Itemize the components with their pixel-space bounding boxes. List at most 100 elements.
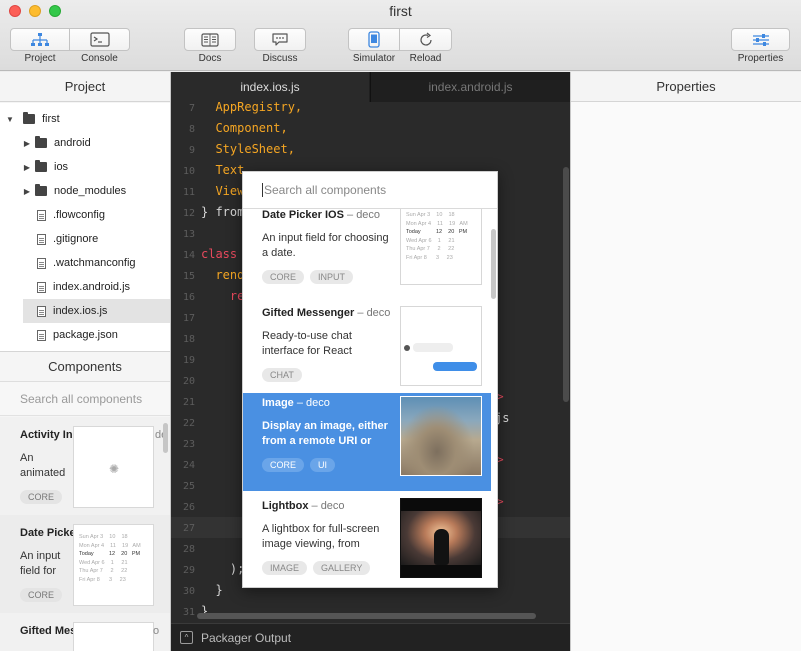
file-icon	[37, 209, 46, 221]
popover-card-title-row: Image – deco	[262, 397, 330, 409]
tag-ui[interactable]: UI	[310, 458, 336, 472]
disclosure-closed-icon[interactable]: ▶	[22, 139, 32, 148]
component-card-gifted-messenger[interactable]: Gifted Mes o	[0, 613, 170, 651]
popover-card-desc: Display an image, either from a remote U…	[262, 420, 388, 447]
component-thumbnail	[73, 622, 154, 651]
tree-item-label: ios	[54, 161, 69, 173]
docs-label: Docs	[198, 53, 222, 64]
tree-item-label: android	[54, 137, 91, 149]
date-picker-preview: Sun Apr 3 10 18 Mon Apr 4 11 19 AM Today…	[406, 212, 468, 261]
disclosure-closed-icon[interactable]: ▶	[22, 187, 32, 196]
code-text: }	[201, 583, 223, 597]
components-pane-title: Components	[0, 352, 170, 382]
tag-gallery[interactable]: GALLERY	[313, 561, 371, 575]
tree-item-index-android[interactable]: index.android.js	[0, 275, 170, 299]
code-line[interactable]: 8 Component,	[171, 118, 570, 139]
popover-card-image[interactable]: Image – deco Display an image, either fr…	[243, 393, 491, 491]
line-number: 11	[182, 187, 195, 198]
console-toggle-button[interactable]	[69, 28, 130, 51]
popover-card-desc: Ready-to-use chat interface for React	[262, 330, 352, 357]
popover-card-author: deco	[306, 397, 330, 409]
sliders-icon	[752, 33, 769, 46]
code-text: Text	[201, 163, 245, 177]
line-number: 24	[182, 460, 195, 471]
editor-vertical-scrollbar[interactable]	[563, 167, 569, 402]
tree-item-index-ios[interactable]: index.ios.js	[23, 299, 170, 323]
component-card-title: Gifted Mes	[20, 625, 77, 637]
line-number: 27	[182, 523, 195, 534]
file-icon	[37, 257, 46, 269]
editor-horizontal-scrollbar[interactable]	[197, 613, 536, 619]
tree-item-ios[interactable]: ▶ ios	[0, 155, 170, 179]
popover-card-thumbnail	[400, 498, 482, 578]
popover-card-lightbox[interactable]: Lightbox – deco A lightbox for full-scre…	[243, 491, 491, 587]
tag-core[interactable]: CORE	[262, 458, 305, 472]
project-tree-icon	[31, 32, 49, 46]
code-text: );	[201, 562, 245, 576]
properties-toggle-button[interactable]	[731, 28, 790, 51]
component-card-desc: An animated	[20, 452, 66, 479]
code-text: rend	[201, 268, 245, 282]
popover-search-input[interactable]: Search all components	[243, 172, 497, 209]
properties-pane: Properties	[570, 72, 801, 651]
file-icon	[37, 305, 46, 317]
tree-item-flowconfig[interactable]: .flowconfig	[0, 203, 170, 227]
line-number: 13	[182, 229, 195, 240]
tree-item-android[interactable]: ▶ android	[0, 131, 170, 155]
popover-card-tags: CORE INPUT	[262, 270, 354, 284]
tree-item-package-json[interactable]: package.json	[0, 323, 170, 347]
popover-scrollbar[interactable]	[491, 229, 496, 299]
line-number: 22	[182, 418, 195, 429]
code-line[interactable]: 9 StyleSheet,	[171, 139, 570, 160]
line-number: 12	[182, 208, 195, 219]
code-text: class	[201, 247, 238, 261]
beach-photo-preview	[401, 397, 481, 475]
popover-card-tags: CHAT	[262, 368, 302, 382]
popover-card-tags: IMAGE GALLERY	[262, 561, 371, 575]
popover-card-title-row: Lightbox – deco	[262, 500, 345, 512]
tree-item-node-modules[interactable]: ▶ node_modules	[0, 179, 170, 203]
tree-item-first[interactable]: ▼ first	[0, 107, 170, 131]
discuss-button[interactable]	[254, 28, 306, 51]
code-text: Component,	[201, 121, 288, 135]
component-thumbnail: ✺	[73, 426, 154, 508]
code-line[interactable]: 7 AppRegistry,	[171, 97, 570, 118]
components-search-input[interactable]: Search all components	[0, 382, 170, 416]
component-card-date-picker[interactable]: Date Picke Sun Apr 3 10 18 Mon Apr 4 11 …	[0, 515, 170, 613]
component-card-title: Date Picke	[20, 527, 76, 539]
popover-card-date-picker-ios[interactable]: Date Picker IOS – deco An input field fo…	[243, 209, 491, 303]
chat-bubble-incoming	[413, 343, 453, 352]
tree-item-label: index.ios.js	[53, 305, 108, 317]
reload-icon	[419, 32, 432, 46]
docs-button[interactable]	[184, 28, 236, 51]
popover-card-gifted-messenger[interactable]: Gifted Messenger – deco Ready-to-use cha…	[243, 303, 491, 401]
tag-core[interactable]: CORE	[262, 270, 305, 284]
packager-output-bar[interactable]: ^ Packager Output	[171, 623, 570, 651]
project-toggle-button[interactable]	[10, 28, 70, 51]
tree-item-label: .flowconfig	[53, 209, 105, 221]
tree-item-watchmanconfig[interactable]: .watchmanconfig	[0, 251, 170, 275]
line-number: 14	[182, 250, 195, 261]
tree-item-label: .watchmanconfig	[53, 257, 136, 269]
popover-card-thumbnail	[400, 306, 482, 386]
tag-chat[interactable]: CHAT	[262, 368, 302, 382]
line-number: 16	[182, 292, 195, 303]
popover-card-thumbnail	[400, 396, 482, 476]
tree-item-gitignore[interactable]: .gitignore	[0, 227, 170, 251]
chat-bubble-outgoing	[433, 362, 477, 371]
component-card-title: Activity In	[20, 429, 73, 441]
simulator-button[interactable]	[348, 28, 400, 51]
disclosure-open-icon[interactable]: ▼	[5, 115, 15, 124]
reload-button[interactable]	[399, 28, 452, 51]
expand-up-icon[interactable]: ^	[180, 631, 193, 644]
components-scrollbar[interactable]	[163, 423, 168, 453]
line-number: 28	[182, 544, 195, 555]
line-number: 20	[182, 376, 195, 387]
text-caret	[262, 183, 263, 197]
component-card-tag: CORE	[20, 490, 63, 504]
tree-item-label: first	[42, 113, 60, 125]
disclosure-closed-icon[interactable]: ▶	[22, 163, 32, 172]
component-card-activity-indicator[interactable]: Activity In ✺ de An animated CORE	[0, 417, 170, 515]
tag-input[interactable]: INPUT	[310, 270, 354, 284]
tag-image[interactable]: IMAGE	[262, 561, 308, 575]
